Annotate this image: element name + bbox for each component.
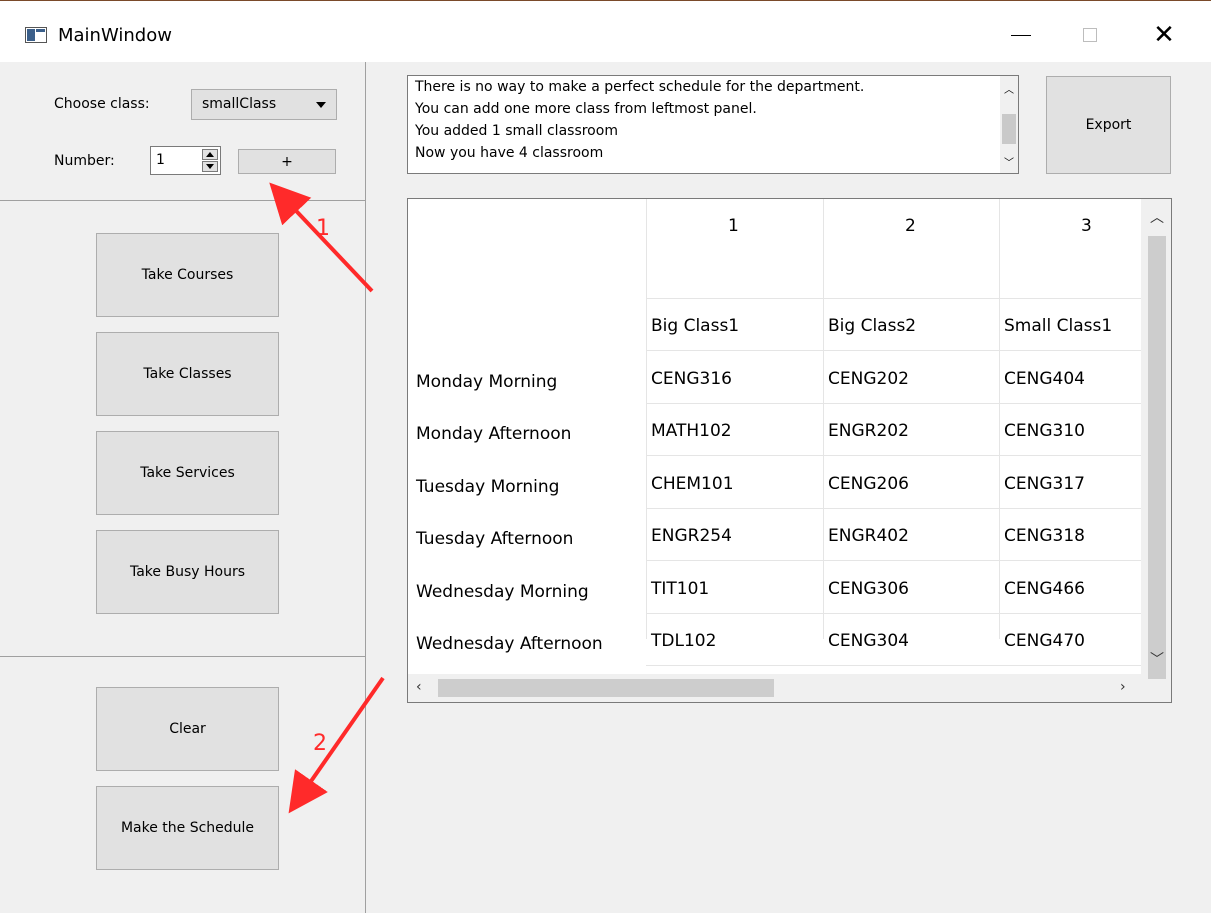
annotation-arrow-1	[269, 182, 374, 293]
annotation-overlay	[269, 182, 385, 814]
annotation-label-1: 1	[316, 216, 330, 241]
annotation-label-2: 2	[313, 731, 327, 756]
